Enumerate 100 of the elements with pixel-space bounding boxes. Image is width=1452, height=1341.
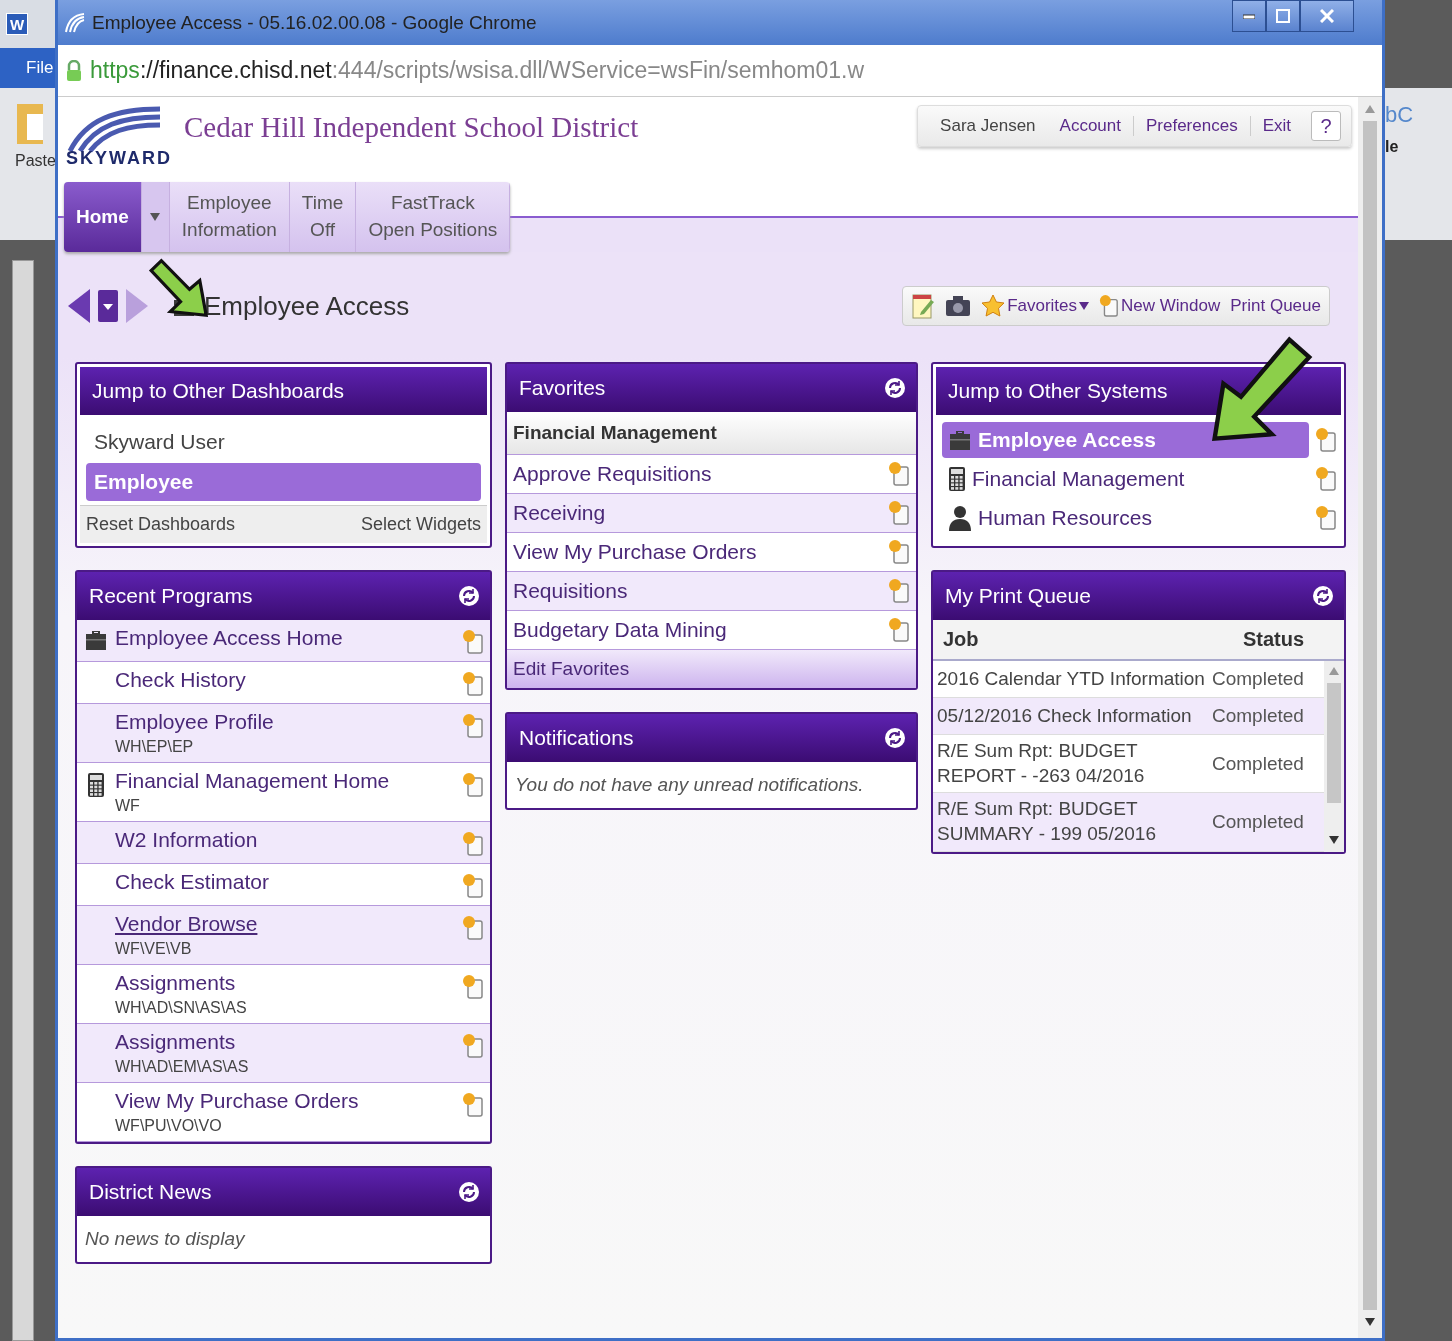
new-window-icon[interactable]	[462, 915, 484, 941]
calculator-icon	[948, 466, 966, 492]
back-arrow-icon[interactable]	[68, 289, 90, 323]
district-name: Cedar Hill Independent School District	[184, 111, 639, 144]
close-icon	[1320, 9, 1334, 23]
close-button[interactable]	[1300, 0, 1354, 32]
page-scrollbar[interactable]	[1358, 97, 1382, 1338]
refresh-icon[interactable]	[458, 1181, 480, 1203]
nav-tab[interactable]: Time Off	[289, 182, 357, 252]
camera-icon[interactable]	[945, 295, 972, 317]
window-title: Employee Access - 05.16.02.00.08 - Google Chrome	[92, 11, 538, 34]
program-path: WH\AD\EM\AS\AS	[115, 1058, 250, 1076]
minimize-icon	[1243, 13, 1255, 19]
dashboard-item[interactable]: Skyward User	[86, 423, 481, 461]
calculator-icon	[87, 772, 105, 798]
system-link[interactable]: Financial Management	[942, 461, 1309, 497]
new-window-button[interactable]: New Window	[1099, 294, 1221, 318]
dashboard-item[interactable]: Employee	[86, 463, 481, 501]
empty-message: No news to display	[84, 1227, 247, 1251]
scroll-down-icon[interactable]	[1329, 835, 1339, 844]
column-header: Status	[1242, 628, 1304, 651]
job-cell-text: R/E Sum Rpt: BUDGET REPORT - -263 04/2016	[937, 739, 1146, 788]
user-menu-link[interactable]: Account	[1047, 116, 1133, 136]
new-window-icon[interactable]	[888, 539, 910, 565]
maximize-icon	[1276, 9, 1290, 23]
new-window-icon[interactable]	[888, 461, 910, 487]
refresh-icon[interactable]	[884, 377, 906, 399]
style-label: le	[1385, 138, 1400, 156]
status-cell-text: Completed	[1212, 668, 1305, 690]
new-window-icon[interactable]	[462, 671, 484, 697]
program-path: WF\VE\VB	[115, 940, 193, 958]
program-link[interactable]: Assignments	[115, 1030, 456, 1054]
logo-swoosh-icon	[66, 105, 162, 153]
widget-title: Notifications	[519, 726, 634, 750]
user-menu-link[interactable]: Exit	[1249, 116, 1303, 136]
program-path: WF\PU\VO\VO	[115, 1117, 223, 1135]
notes-icon[interactable]	[911, 292, 936, 320]
new-window-icon[interactable]	[462, 629, 484, 655]
scroll-up-icon[interactable]	[1329, 667, 1339, 675]
dashboard-footer-link[interactable]: Reset Dashboards	[86, 514, 236, 535]
new-window-icon[interactable]	[462, 772, 484, 798]
system-link[interactable]: Employee Access	[942, 422, 1309, 458]
system-link[interactable]: Human Resources	[942, 500, 1309, 536]
refresh-icon[interactable]	[458, 585, 480, 607]
new-window-icon[interactable]	[462, 873, 484, 899]
print-queue-link[interactable]: Print Queue	[1230, 296, 1321, 316]
program-path: WF	[115, 797, 141, 815]
new-window-icon[interactable]	[888, 617, 910, 643]
refresh-icon[interactable]	[1312, 585, 1334, 607]
favorite-link[interactable]: Receiving	[513, 501, 606, 525]
caret-icon	[150, 213, 161, 221]
new-window-icon[interactable]	[462, 1033, 484, 1059]
widget-title: My Print Queue	[945, 584, 1091, 608]
favorites-menu[interactable]: Favorites	[981, 294, 1090, 318]
favorite-link[interactable]: Approve Requisitions	[513, 462, 712, 486]
new-window-icon[interactable]	[1315, 466, 1337, 492]
user-menu-link[interactable]: Preferences	[1133, 116, 1250, 136]
nav-tab[interactable]: FastTrack Open Positions	[356, 182, 511, 252]
new-window-icon[interactable]	[888, 500, 910, 526]
file-tab[interactable]: File	[0, 48, 55, 88]
program-link[interactable]: View My Purchase Orders	[115, 1089, 456, 1113]
program-link[interactable]: Check Estimator	[115, 870, 456, 894]
program-link[interactable]: Vendor Browse	[115, 912, 456, 936]
favorite-link[interactable]: Requisitions	[513, 579, 628, 603]
scroll-up-icon[interactable]	[1365, 105, 1375, 113]
edit-favorites-link[interactable]: Edit Favorites	[507, 650, 916, 688]
address-field[interactable]: https://finance.chisd.net:444/scripts/wsisa.dll/WService=wsFin/semhom01.w	[90, 57, 865, 84]
program-link[interactable]: Assignments	[115, 971, 456, 995]
new-window-icon[interactable]	[888, 578, 910, 604]
briefcase-icon	[84, 629, 108, 651]
program-path: WH\AD\SN\AS\AS	[115, 999, 248, 1017]
new-window-icon[interactable]	[1315, 505, 1337, 531]
new-window-icon[interactable]	[462, 1092, 484, 1118]
refresh-icon[interactable]	[884, 727, 906, 749]
program-link[interactable]: Employee Profile	[115, 710, 456, 734]
word-app-icon[interactable]: W	[6, 13, 28, 35]
help-button[interactable]: ?	[1311, 111, 1341, 141]
briefcase-icon	[948, 429, 972, 451]
new-window-icon[interactable]	[1315, 427, 1337, 453]
forward-arrow-icon[interactable]	[126, 289, 148, 323]
maximize-button[interactable]	[1266, 0, 1300, 32]
dashboard-footer-link[interactable]: Select Widgets	[360, 514, 481, 535]
scroll-down-icon[interactable]	[1365, 1318, 1375, 1326]
minimize-button[interactable]	[1232, 0, 1266, 32]
favorite-link[interactable]: View My Purchase Orders	[513, 540, 757, 564]
favorite-link[interactable]: Budgetary Data Mining	[513, 618, 727, 642]
program-link[interactable]: Check History	[115, 668, 456, 692]
new-window-icon[interactable]	[462, 713, 484, 739]
status-cell-text: Completed	[1212, 752, 1305, 775]
program-link[interactable]: Financial Management Home	[115, 769, 456, 793]
new-window-icon[interactable]	[462, 974, 484, 1000]
column-header: Job	[943, 628, 979, 651]
nav-tab[interactable]: Home	[64, 182, 142, 252]
nav-tab[interactable]: Employee Information	[169, 182, 290, 252]
table-scrollbar[interactable]	[1324, 661, 1344, 852]
widget-title: Jump to Other Systems	[948, 379, 1168, 403]
new-window-icon[interactable]	[462, 831, 484, 857]
tab-menu-button[interactable]	[141, 182, 170, 252]
paste-button[interactable]: Paste	[0, 152, 56, 170]
history-menu-icon[interactable]	[98, 290, 118, 322]
